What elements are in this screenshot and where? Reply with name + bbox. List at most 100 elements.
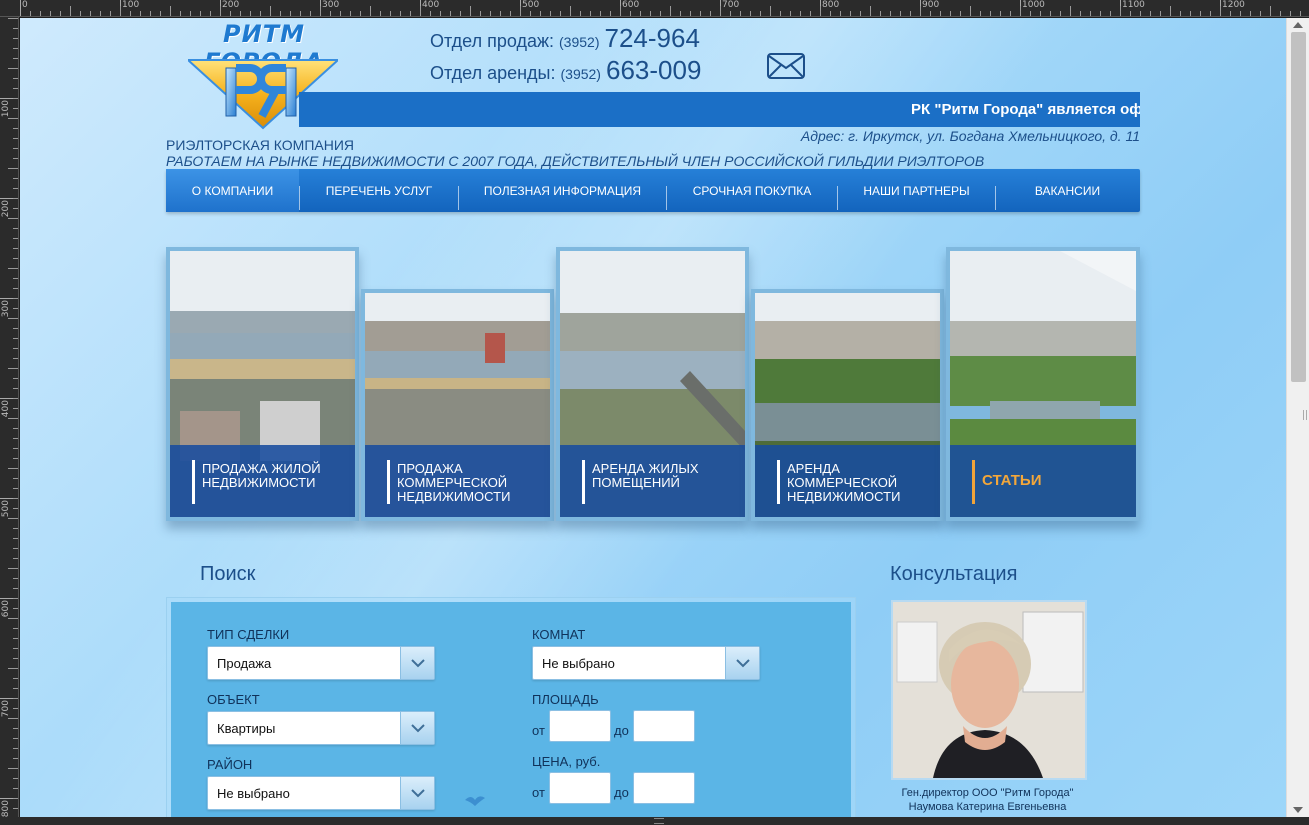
ruler-tick — [1220, 6, 1221, 16]
nav-item-urgent-purchase[interactable]: СРОЧНАЯ ПОКУПКА — [667, 169, 837, 212]
area-to-label: до — [614, 723, 629, 738]
resize-handle-icon[interactable] — [1303, 410, 1307, 420]
ruler-tick — [13, 138, 18, 139]
ruler-tick — [13, 488, 18, 489]
nav-label: ВАКАНСИИ — [1034, 183, 1101, 198]
tile-label: ПРОДАЖА ЖИЛОЙ — [202, 461, 321, 476]
ruler-tick — [13, 178, 18, 179]
tile-commercial-rent[interactable]: АРЕНДА КОММЕРЧЕСКОЙ НЕДВИЖИМОСТИ — [751, 289, 944, 521]
ruler-tick — [13, 98, 18, 99]
rent-code: (3952) — [560, 66, 601, 82]
ruler-tick — [140, 11, 141, 16]
ruler-label: 200 — [1, 200, 11, 218]
chevron-down-icon[interactable] — [400, 647, 434, 679]
chevron-down-icon[interactable] — [400, 712, 434, 744]
ruler-label: 500 — [1, 500, 11, 518]
ruler-tick — [1100, 11, 1101, 16]
price-label: ЦЕНА, руб. — [532, 754, 601, 769]
ruler-tick — [1180, 11, 1181, 16]
ruler-tick — [640, 11, 641, 16]
ruler-tick — [250, 11, 251, 16]
scroll-up-icon[interactable] — [1293, 22, 1303, 28]
price-from-input[interactable] — [549, 772, 611, 804]
price-to-input[interactable] — [633, 772, 695, 804]
ruler-tick — [1240, 11, 1241, 16]
object-select[interactable]: Квартиры — [207, 711, 435, 745]
sales-number: 724-964 — [604, 23, 700, 53]
ruler-tick — [700, 11, 701, 16]
ruler-tick — [13, 608, 18, 609]
ruler-tick — [13, 728, 18, 729]
ruler-tick — [190, 11, 191, 16]
ruler-tick — [960, 11, 961, 16]
drag-grip-icon[interactable] — [654, 818, 664, 824]
ruler-tick — [1280, 11, 1281, 16]
rooms-select[interactable]: Не выбрано — [532, 646, 760, 680]
ruler-tick — [900, 11, 901, 16]
ruler-tick — [1090, 11, 1091, 16]
ruler-tick — [8, 218, 18, 219]
ruler-tick — [610, 11, 611, 16]
ruler-tick — [13, 428, 18, 429]
ruler-tick — [180, 11, 181, 16]
ruler-tick — [370, 6, 371, 16]
mail-icon[interactable] — [767, 53, 805, 79]
ruler-tick — [910, 11, 911, 16]
ruler-tick — [13, 388, 18, 389]
ruler-tick — [8, 18, 18, 19]
ruler-tick — [860, 11, 861, 16]
ruler-tick — [950, 11, 951, 16]
search-title: Поиск — [200, 563, 256, 585]
ruler-tick — [1200, 11, 1201, 16]
tile-residential-rent[interactable]: АРЕНДА ЖИЛЫХ ПОМЕЩЕНИЙ — [556, 247, 749, 521]
tile-commercial-sale[interactable]: ПРОДАЖА КОММЕРЧЕСКОЙ НЕДВИЖИМОСТИ — [361, 289, 554, 521]
tile-residential-sale[interactable]: ПРОДАЖА ЖИЛОЙ НЕДВИЖИМОСТИ — [166, 247, 359, 521]
nav-item-about[interactable]: О КОМПАНИИ — [166, 169, 299, 212]
chevron-down-icon[interactable] — [400, 777, 434, 809]
ruler-tick — [310, 11, 311, 16]
deal-type-select[interactable]: Продажа — [207, 646, 435, 680]
ruler-tick — [13, 38, 18, 39]
chevron-down-icon[interactable] — [725, 647, 759, 679]
ruler-tick — [13, 588, 18, 589]
nav-item-useful-info[interactable]: ПОЛЕЗНАЯ ИНФОРМАЦИЯ — [459, 169, 666, 212]
ruler-tick — [940, 11, 941, 16]
select-value: Квартиры — [217, 721, 276, 736]
ruler-tick — [13, 748, 18, 749]
ruler-tick — [13, 398, 18, 399]
ruler-tick — [13, 348, 18, 349]
ruler-tick — [890, 11, 891, 16]
nav-label: О КОМПАНИИ — [191, 183, 274, 198]
ruler-tick — [13, 408, 18, 409]
ruler-tick — [850, 11, 851, 16]
ruler-tick — [1040, 11, 1041, 16]
nav-item-partners[interactable]: НАШИ ПАРТНЕРЫ — [838, 169, 995, 212]
ruler-tick — [13, 128, 18, 129]
ruler-tick — [350, 11, 351, 16]
ruler-tick — [240, 11, 241, 16]
ruler-tick — [1080, 11, 1081, 16]
ruler-tick — [680, 11, 681, 16]
ruler-tick — [760, 11, 761, 16]
ruler-label: 800 — [1, 800, 11, 817]
tile-label: АРЕНДА ЖИЛЫХ — [592, 461, 699, 476]
tile-articles[interactable]: СТАТЬИ — [946, 247, 1140, 521]
area-to-input[interactable] — [633, 710, 695, 742]
area-label: ПЛОЩАДЬ — [532, 692, 599, 707]
rent-label: Отдел аренды: — [430, 63, 556, 83]
tile-label: АРЕНДА — [787, 461, 840, 476]
area-from-input[interactable] — [549, 710, 611, 742]
scroll-thumb[interactable] — [1291, 32, 1306, 382]
ruler-label: 700 — [722, 0, 740, 10]
ruler-tick — [870, 6, 871, 16]
ruler-tick — [1250, 11, 1251, 16]
ruler-tick — [13, 658, 18, 659]
nav-item-services[interactable]: ПЕРЕЧЕНЬ УСЛУГ — [300, 169, 458, 212]
ruler-tick — [13, 688, 18, 689]
district-select[interactable]: Не выбрано — [207, 776, 435, 810]
scroll-down-icon[interactable] — [1293, 807, 1303, 813]
ruler-tick — [1300, 11, 1301, 16]
nav-item-vacancies[interactable]: ВАКАНСИИ — [996, 169, 1139, 212]
ruler-tick — [90, 11, 91, 16]
district-label: РАЙОН — [207, 757, 253, 772]
